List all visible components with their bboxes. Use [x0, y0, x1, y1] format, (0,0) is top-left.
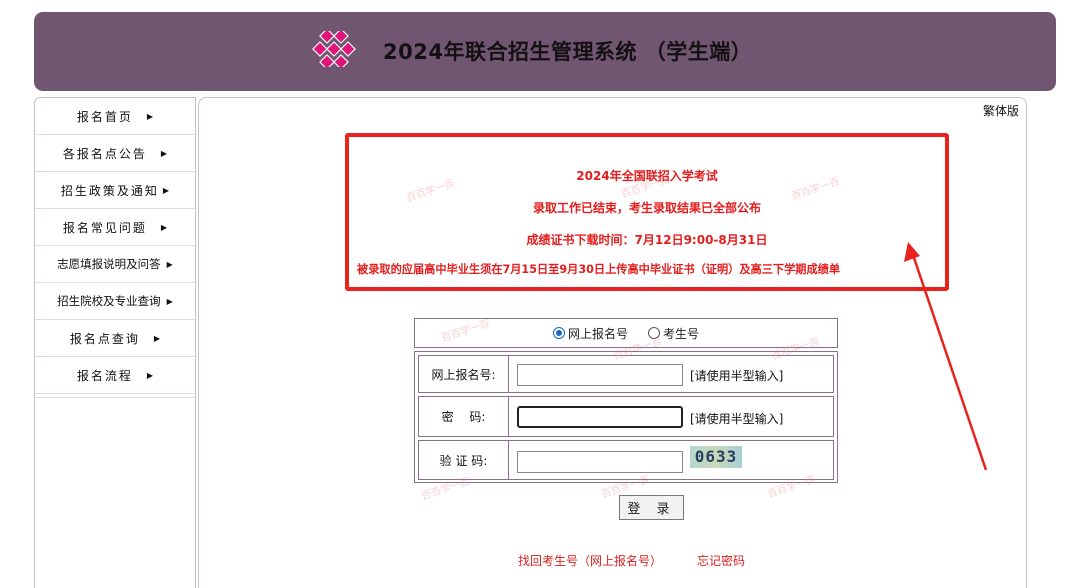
radio-online-number[interactable]: 网上报名号	[552, 325, 628, 342]
sidebar-item-process[interactable]: 报名流程 ▶	[35, 357, 195, 394]
password-input[interactable]	[517, 406, 683, 428]
row-captcha: 验 证 码: 0633	[418, 440, 834, 480]
notice-title: 2024年全国联招入学考试	[576, 169, 718, 183]
annotation-arrow-icon	[904, 242, 988, 471]
sidebar: 报名首页 ▶ 各报名点公告 ▶ 招生政策及通知 ▶ 报名常见问题 ▶ 志愿填报说…	[34, 97, 196, 588]
header-bar: 2024年联合招生管理系统 （学生端）	[34, 12, 1056, 91]
sidebar-item-label: 报名流程	[76, 368, 133, 383]
recover-number-link[interactable]: 找回考生号（网上报名号）	[518, 552, 662, 569]
halfwidth-hint: [请使用半型输入]	[690, 369, 784, 383]
diamond-logo-icon	[312, 31, 356, 67]
radio-label: 考生号	[663, 326, 700, 341]
sidebar-item-label: 招生政策及通知	[60, 183, 159, 198]
radio-checked-icon	[552, 327, 565, 339]
online-number-input[interactable]	[517, 364, 683, 386]
sidebar-item-label: 报名常见问题	[62, 220, 147, 235]
row-online-number: 网上报名号: [请使用半型输入]	[418, 355, 834, 393]
sidebar-item-label: 招生院校及专业查询	[57, 294, 161, 308]
page-title: 2024年联合招生管理系统 （学生端）	[383, 40, 753, 64]
forgot-password-link[interactable]: 忘记密码	[697, 552, 745, 569]
sidebar-item-label: 各报名点公告	[62, 146, 147, 161]
triangle-right-icon: ▶	[146, 370, 154, 380]
notice-line-result: 录取工作已结束，考生录取结果已全部公布	[532, 201, 761, 215]
login-type-selector: 网上报名号 考生号	[414, 318, 838, 348]
notice-line-upload: 被录取的应届高中毕业生须在7月15日至9月30日上传高中毕业证书（证明）及高三下…	[357, 263, 841, 276]
notice-line-certificate: 成绩证书下载时间：7月12日9:00-8月31日	[526, 233, 768, 247]
triangle-right-icon: ▶	[166, 296, 173, 306]
sidebar-item-label: 报名首页	[76, 109, 133, 124]
triangle-right-icon: ▶	[160, 148, 168, 158]
row-password: 密 码: [请使用半型输入]	[418, 396, 834, 437]
halfwidth-hint: [请使用半型输入]	[690, 412, 784, 426]
sidebar-item-home[interactable]: 报名首页 ▶	[35, 98, 195, 135]
traditional-chinese-link[interactable]: 繁体版	[983, 102, 1019, 119]
radio-unchecked-icon	[648, 327, 660, 339]
triangle-right-icon: ▶	[166, 259, 173, 269]
sidebar-item-site-search[interactable]: 报名点查询 ▶	[35, 320, 195, 357]
login-button[interactable]: 登 录	[619, 495, 684, 520]
radio-label: 网上报名号	[567, 326, 628, 341]
triangle-right-icon: ▶	[160, 222, 168, 232]
triangle-right-icon: ▶	[146, 111, 154, 121]
sidebar-divider	[35, 394, 195, 398]
triangle-right-icon: ▶	[153, 333, 161, 343]
sidebar-item-label: 报名点查询	[69, 331, 140, 346]
sidebar-item-major-search[interactable]: 招生院校及专业查询 ▶	[35, 283, 195, 320]
captcha-label: 验 证 码:	[419, 441, 509, 479]
sidebar-item-label: 志愿填报说明及问答	[57, 257, 161, 271]
notice-box: 2024年全国联招入学考试 录取工作已结束，考生录取结果已全部公布 成绩证书下载…	[345, 133, 949, 291]
login-table: 网上报名号: [请使用半型输入] 密 码: [请使用半型输入] 验 证 码: 0…	[414, 351, 838, 483]
radio-exam-number[interactable]: 考生号	[648, 325, 699, 342]
sidebar-item-announcements[interactable]: 各报名点公告 ▶	[35, 135, 195, 172]
password-label: 密 码:	[419, 397, 509, 436]
online-number-label: 网上报名号:	[419, 356, 509, 392]
sidebar-item-faq[interactable]: 报名常见问题 ▶	[35, 209, 195, 246]
captcha-image[interactable]: 0633	[690, 446, 742, 468]
triangle-right-icon: ▶	[162, 185, 170, 195]
captcha-input[interactable]	[517, 451, 683, 473]
sidebar-item-policy[interactable]: 招生政策及通知 ▶	[35, 172, 195, 209]
sidebar-item-application-guide[interactable]: 志愿填报说明及问答 ▶	[35, 246, 195, 283]
